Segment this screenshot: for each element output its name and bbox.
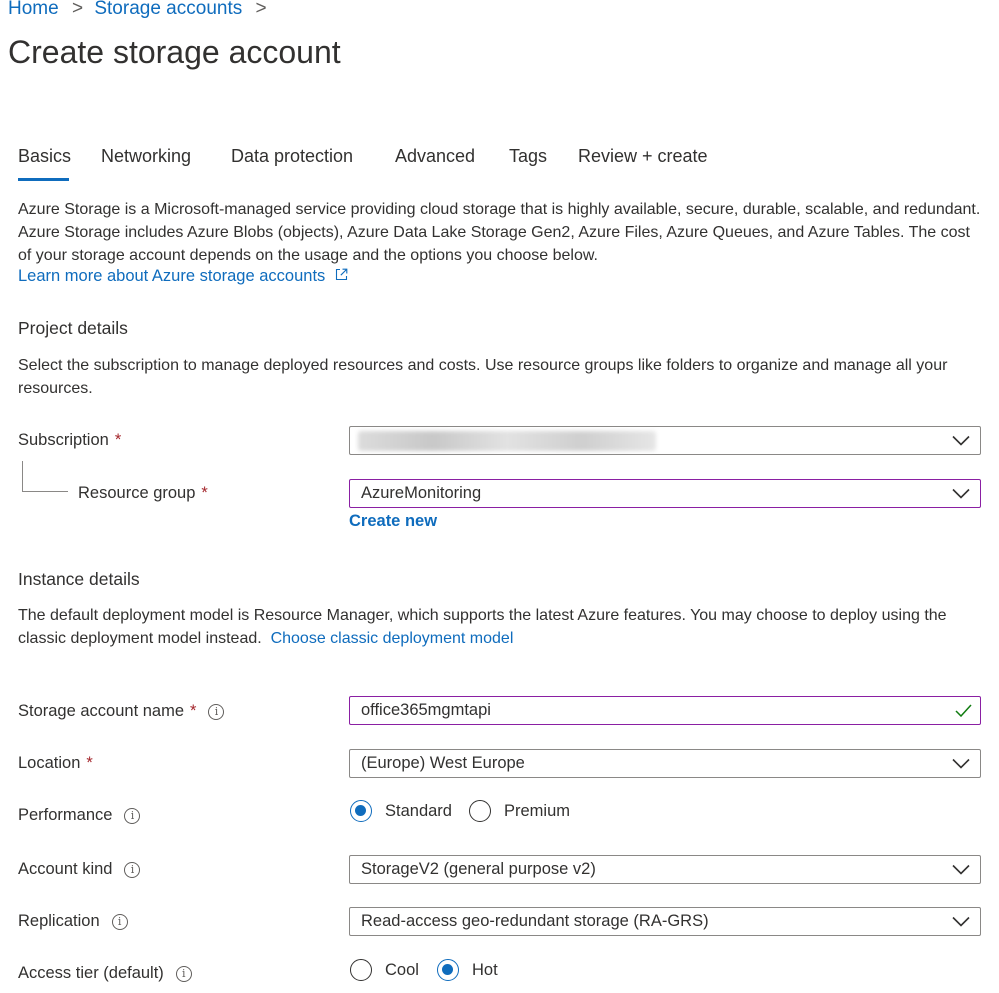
required-marker: * bbox=[201, 484, 208, 502]
access-tier-label: Access tier (default) i bbox=[18, 964, 192, 983]
performance-standard-radio[interactable] bbox=[350, 800, 372, 822]
info-icon[interactable]: i bbox=[175, 966, 192, 982]
classic-deployment-link[interactable]: Choose classic deployment model bbox=[271, 630, 514, 647]
subscription-label-text: Subscription bbox=[18, 431, 109, 449]
project-details-description: Select the subscription to manage deploy… bbox=[18, 357, 948, 397]
info-icon[interactable]: i bbox=[124, 862, 141, 878]
access-tier-hot-radio[interactable] bbox=[437, 959, 459, 981]
info-icon[interactable]: i bbox=[111, 914, 128, 930]
breadcrumb: Home > Storage accounts > bbox=[8, 0, 267, 20]
info-icon[interactable]: i bbox=[124, 808, 141, 824]
tab-networking[interactable]: Networking bbox=[101, 146, 191, 167]
chevron-right-icon: > bbox=[71, 0, 84, 19]
info-icon[interactable]: i bbox=[208, 704, 225, 720]
subscription-dropdown[interactable] bbox=[349, 426, 981, 455]
chevron-right-icon: > bbox=[255, 0, 267, 19]
checkmark-icon bbox=[955, 704, 972, 717]
resource-group-label-text: Resource group bbox=[78, 484, 196, 502]
replication-value: Read-access geo-redundant storage (RA-GR… bbox=[361, 912, 709, 930]
performance-premium-radio[interactable] bbox=[469, 800, 491, 822]
account-kind-label: Account kind i bbox=[18, 860, 141, 879]
resource-group-dropdown[interactable]: AzureMonitoring bbox=[349, 479, 981, 508]
required-marker: * bbox=[86, 754, 93, 772]
storage-account-name-value: office365mgmtapi bbox=[361, 701, 491, 719]
instance-details-heading: Instance details bbox=[18, 569, 140, 589]
chevron-down-icon bbox=[952, 758, 970, 769]
replication-dropdown[interactable]: Read-access geo-redundant storage (RA-GR… bbox=[349, 907, 981, 936]
subscription-label: Subscription * bbox=[18, 431, 121, 450]
learn-more-row: Learn more about Azure storage accounts bbox=[18, 267, 348, 286]
account-kind-value: StorageV2 (general purpose v2) bbox=[361, 860, 596, 878]
location-dropdown[interactable]: (Europe) West Europe bbox=[349, 749, 981, 778]
instance-details-description: The default deployment model is Resource… bbox=[18, 604, 983, 650]
performance-label-text: Performance bbox=[18, 806, 113, 824]
external-link-icon[interactable] bbox=[335, 268, 348, 281]
breadcrumb-storage-accounts-link[interactable]: Storage accounts bbox=[94, 0, 242, 19]
access-tier-hot-label[interactable]: Hot bbox=[472, 961, 498, 980]
resource-group-label: Resource group * bbox=[78, 484, 208, 503]
location-label: Location * bbox=[18, 754, 93, 773]
redacted-subscription bbox=[358, 431, 656, 451]
learn-more-link[interactable]: Learn more about Azure storage accounts bbox=[18, 267, 325, 285]
replication-label-text: Replication bbox=[18, 912, 100, 930]
storage-account-name-label-text: Storage account name bbox=[18, 702, 185, 720]
access-tier-cool-label[interactable]: Cool bbox=[385, 961, 419, 980]
access-tier-label-text: Access tier (default) bbox=[18, 964, 164, 982]
storage-account-name-label: Storage account name * i bbox=[18, 702, 225, 721]
create-new-link[interactable]: Create new bbox=[349, 512, 437, 531]
resource-group-value: AzureMonitoring bbox=[361, 484, 482, 502]
required-marker: * bbox=[190, 702, 197, 720]
breadcrumb-home-link[interactable]: Home bbox=[8, 0, 59, 19]
access-tier-cool-radio[interactable] bbox=[350, 959, 372, 981]
location-value: (Europe) West Europe bbox=[361, 754, 525, 772]
performance-premium-label[interactable]: Premium bbox=[504, 802, 570, 821]
replication-label: Replication i bbox=[18, 912, 128, 931]
performance-label: Performance i bbox=[18, 806, 141, 825]
tab-review-create[interactable]: Review + create bbox=[578, 146, 708, 167]
page-title: Create storage account bbox=[8, 34, 341, 70]
storage-account-name-input[interactable]: office365mgmtapi bbox=[349, 696, 981, 725]
active-tab-indicator bbox=[18, 178, 69, 181]
tab-data-protection[interactable]: Data protection bbox=[231, 146, 353, 167]
chevron-down-icon bbox=[952, 488, 970, 499]
account-kind-label-text: Account kind bbox=[18, 860, 113, 878]
location-label-text: Location bbox=[18, 754, 81, 772]
chevron-down-icon bbox=[952, 864, 970, 875]
performance-standard-label[interactable]: Standard bbox=[385, 802, 452, 821]
tab-tags[interactable]: Tags bbox=[509, 146, 547, 167]
tab-basics[interactable]: Basics bbox=[18, 146, 71, 167]
account-kind-dropdown[interactable]: StorageV2 (general purpose v2) bbox=[349, 855, 981, 884]
intro-description: Azure Storage is a Microsoft-managed ser… bbox=[18, 201, 981, 264]
chevron-down-icon bbox=[952, 435, 970, 446]
project-details-heading: Project details bbox=[18, 318, 128, 338]
required-marker: * bbox=[114, 431, 122, 449]
chevron-down-icon bbox=[952, 916, 970, 927]
tab-advanced[interactable]: Advanced bbox=[395, 146, 475, 167]
tree-connector bbox=[22, 461, 68, 492]
